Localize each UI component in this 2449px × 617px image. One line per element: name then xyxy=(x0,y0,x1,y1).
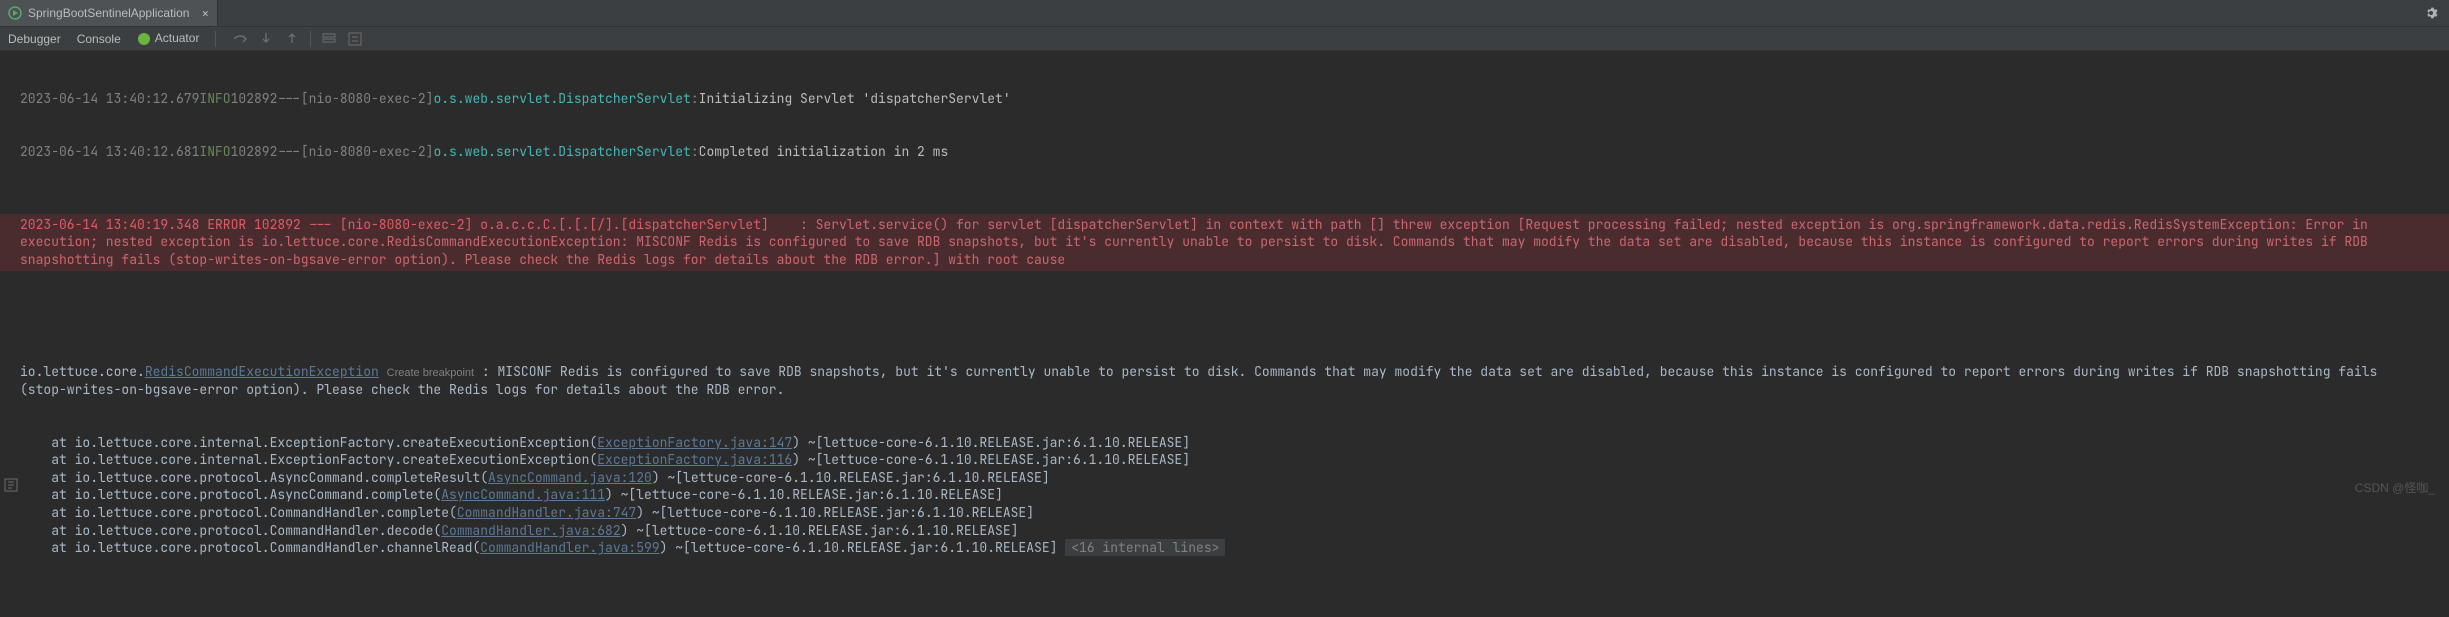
evaluate-icon[interactable] xyxy=(347,31,363,47)
source-link[interactable]: ExceptionFactory.java:147 xyxy=(597,434,792,451)
tab-debugger[interactable]: Debugger xyxy=(8,32,61,46)
tab-label: SpringBootSentinelApplication xyxy=(28,6,189,20)
source-link[interactable]: CommandHandler.java:747 xyxy=(457,504,636,521)
stack-line: at io.lettuce.core.protocol.AsyncCommand… xyxy=(20,486,2429,504)
step-into-icon[interactable] xyxy=(258,31,274,47)
step-over-icon[interactable] xyxy=(232,31,248,47)
log-line: 2023-06-14 13:40:12.679 INFO 102892 --- … xyxy=(0,90,2449,108)
gear-icon[interactable] xyxy=(2423,5,2439,25)
exception-header: io.lettuce.core.RedisCommandExecutionExc… xyxy=(20,363,2429,398)
stack-line: at io.lettuce.core.internal.ExceptionFac… xyxy=(20,451,2429,469)
stack-trace: io.lettuce.core.RedisCommandExecutionExc… xyxy=(0,324,2449,596)
console-output: 2023-06-14 13:40:12.679 INFO 102892 --- … xyxy=(0,51,2449,617)
exception-class-link[interactable]: RedisCommandExecutionException xyxy=(145,363,379,380)
source-link[interactable]: AsyncCommand.java:111 xyxy=(441,486,605,503)
source-link[interactable]: CommandHandler.java:599 xyxy=(480,539,659,556)
tab-console[interactable]: Console xyxy=(77,32,121,46)
step-out-icon[interactable] xyxy=(284,31,300,47)
stack-line: at io.lettuce.core.protocol.CommandHandl… xyxy=(20,539,2429,557)
tab-bar: SpringBootSentinelApplication × xyxy=(0,0,2449,27)
stack-line: at io.lettuce.core.internal.ExceptionFac… xyxy=(20,434,2429,452)
divider xyxy=(310,31,311,47)
stack-line: at io.lettuce.core.protocol.CommandHandl… xyxy=(20,522,2429,540)
stack-line: at io.lettuce.core.protocol.CommandHandl… xyxy=(20,504,2429,522)
frames-icon[interactable] xyxy=(321,31,337,47)
internal-lines-badge[interactable]: <16 internal lines> xyxy=(1065,539,1225,556)
tab-actuator[interactable]: Actuator xyxy=(137,31,200,46)
source-link[interactable]: ExceptionFactory.java:116 xyxy=(597,451,792,468)
soft-wrap-icon[interactable] xyxy=(4,478,18,496)
create-breakpoint-link[interactable]: Create breakpoint xyxy=(387,367,474,379)
source-link[interactable]: CommandHandler.java:682 xyxy=(441,522,620,539)
error-block: 2023-06-14 13:40:19.348 ERROR 102892 ---… xyxy=(0,214,2449,271)
run-icon xyxy=(8,6,22,20)
log-line: 2023-06-14 13:40:12.681 INFO 102892 --- … xyxy=(0,143,2449,161)
debug-toolbar: Debugger Console Actuator xyxy=(0,27,2449,51)
divider xyxy=(215,31,216,47)
run-tab[interactable]: SpringBootSentinelApplication × xyxy=(0,0,218,26)
toolbar-icons xyxy=(232,31,363,47)
close-icon[interactable]: × xyxy=(195,5,209,22)
watermark: CSDN @怪咖_ xyxy=(2355,479,2435,496)
stack-line: at io.lettuce.core.protocol.AsyncCommand… xyxy=(20,469,2429,487)
source-link[interactable]: AsyncCommand.java:120 xyxy=(488,469,652,486)
